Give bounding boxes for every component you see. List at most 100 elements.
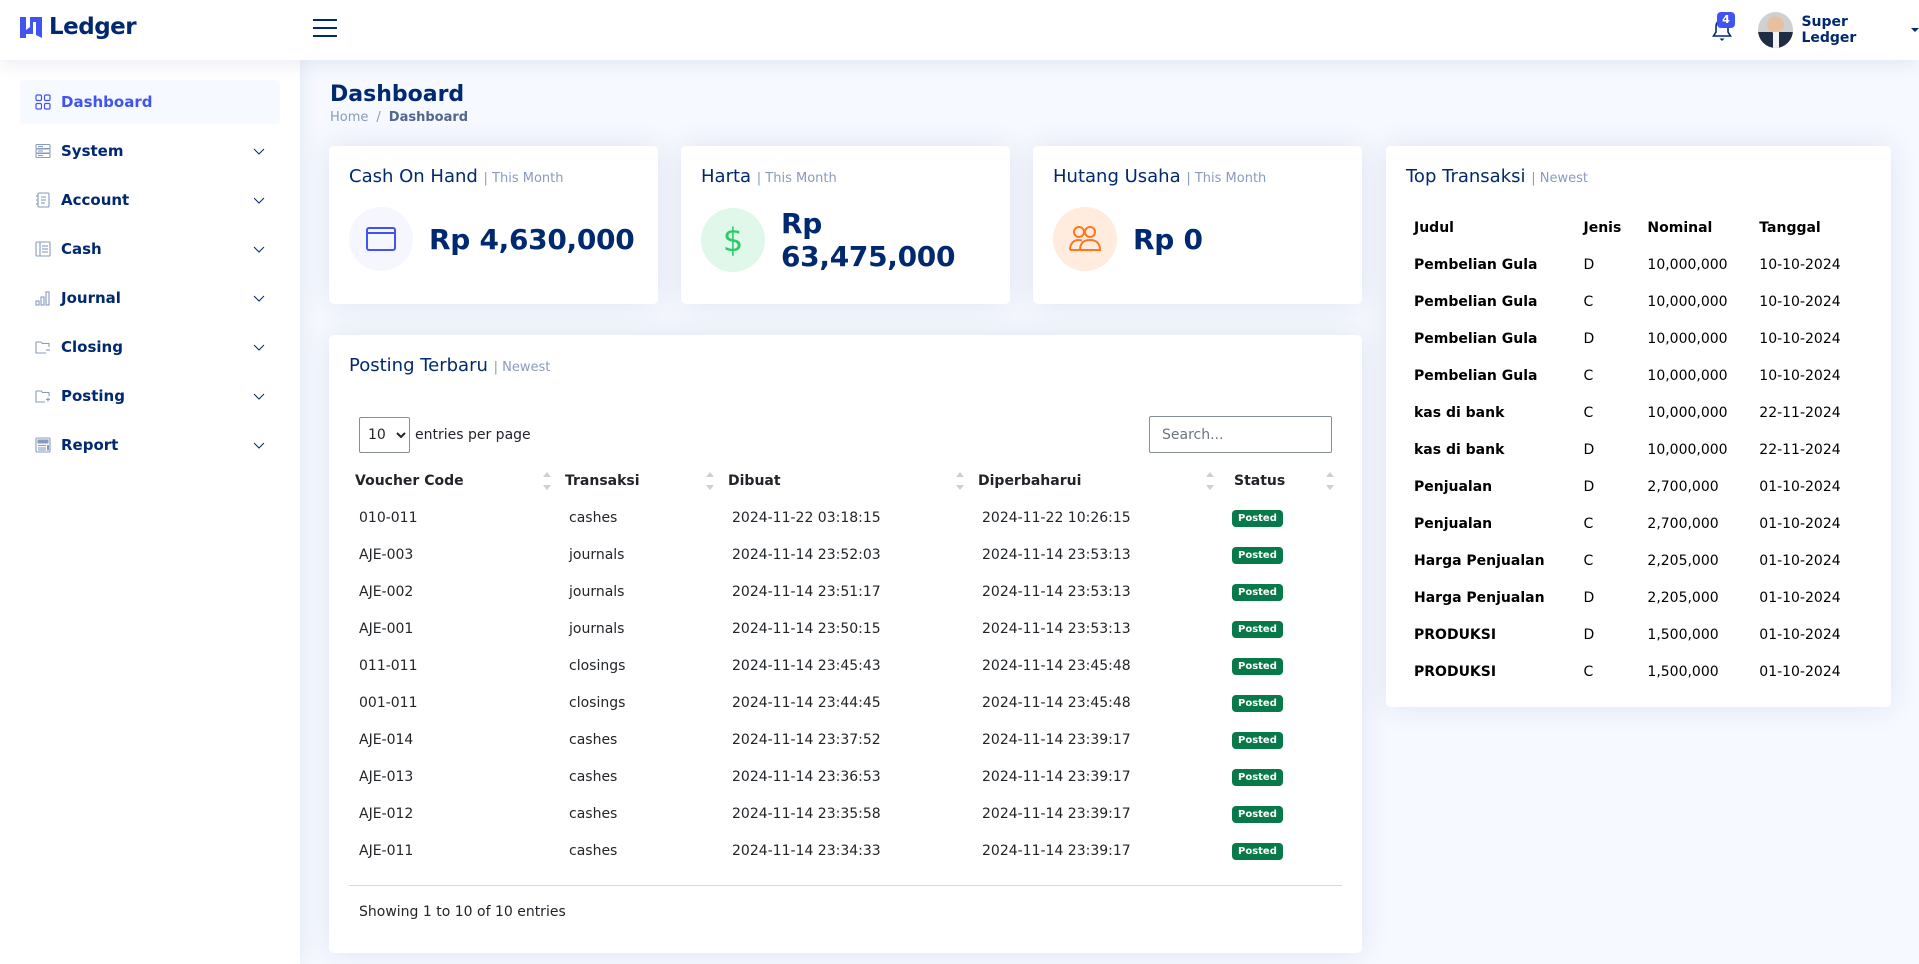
sidebar-item-system[interactable]: System [20, 129, 280, 173]
wallet-icon [366, 227, 396, 251]
dibuat-cell: 2024-11-14 23:50:15 [732, 620, 881, 637]
toggle-sidebar-button[interactable] [313, 19, 337, 39]
table-row[interactable]: AJE-001 journals 2024-11-14 23:50:15 2024-1… [349, 610, 1342, 647]
card-icon-circle [1053, 207, 1117, 271]
judul-cell: Pembelian Gula [1414, 256, 1538, 273]
diperbaharui-cell: 2024-11-14 23:39:17 [982, 768, 1131, 785]
column-header-label: Voucher Code [355, 473, 464, 489]
diperbaharui-cell: 2024-11-14 23:39:17 [982, 731, 1131, 748]
voucher-code-cell: AJE-012 [359, 805, 414, 822]
judul-cell: kas di bank [1414, 441, 1505, 458]
search-input[interactable] [1149, 416, 1332, 453]
tanggal-cell: 10-10-2024 [1759, 330, 1841, 347]
column-header-voucher-code[interactable]: Voucher Code [349, 463, 559, 499]
sidebar-item-closing[interactable]: Closing [20, 325, 280, 369]
table-row[interactable]: AJE-012 cashes 2024-11-14 23:35:58 2024-11-… [349, 795, 1342, 832]
sidebar-item-account[interactable]: Account [20, 178, 280, 222]
table-row: Pembelian Gula D 10,000,000 10-10-2024 [1406, 320, 1871, 357]
status-badge: Posted [1232, 731, 1283, 749]
diperbaharui-cell: 2024-11-14 23:53:13 [982, 583, 1131, 600]
status-badge: Posted [1232, 583, 1283, 601]
tanggal-cell: 01-10-2024 [1759, 589, 1841, 606]
table-row[interactable]: 001-011 closings 2024-11-14 23:44:45 2024-1… [349, 684, 1342, 721]
status-cell: Posted [1222, 758, 1342, 795]
diperbaharui-cell: 2024-11-14 23:39:17 [982, 842, 1131, 859]
table-row[interactable]: AJE-011 cashes 2024-11-14 23:34:33 2024-11-… [349, 832, 1342, 869]
jenis-cell: C [1583, 404, 1594, 421]
server-icon [35, 143, 51, 159]
layout-text-sidebar-icon [35, 241, 51, 257]
table-row[interactable]: 010-011 cashes 2024-11-22 03:18:15 2024-11-… [349, 499, 1342, 536]
column-header-label: Diperbaharui [978, 473, 1082, 489]
sidebar-item-label: Journal [61, 289, 121, 307]
jenis-cell: D [1583, 626, 1595, 643]
chevron-down-icon [253, 295, 265, 302]
folder-minus-icon [35, 341, 50, 354]
bar-chart-icon [35, 291, 50, 306]
table-row[interactable]: AJE-014 cashes 2024-11-14 23:37:52 2024-11-… [349, 721, 1342, 758]
sort-icon[interactable] [543, 472, 551, 490]
top-header: Ledger 4 Super Ledger [0, 0, 1919, 60]
table-row[interactable]: AJE-013 cashes 2024-11-14 23:36:53 2024-11-… [349, 758, 1342, 795]
dibuat-cell: 2024-11-14 23:37:52 [732, 731, 881, 748]
breadcrumb-current: Dashboard [388, 110, 469, 125]
column-header-tanggal: Tanggal [1759, 219, 1821, 236]
card-subtitle: | This Month [483, 171, 564, 186]
tanggal-cell: 01-10-2024 [1759, 515, 1841, 532]
column-header-dibuat[interactable]: Dibuat [722, 463, 972, 499]
sort-icon[interactable] [706, 472, 714, 490]
jenis-cell: C [1583, 515, 1594, 532]
page-title: Dashboard [330, 82, 465, 107]
judul-cell: Penjualan [1414, 478, 1493, 495]
table-row[interactable]: AJE-003 journals 2024-11-14 23:52:03 2024-1… [349, 536, 1342, 573]
dibuat-cell: 2024-11-22 03:18:15 [732, 509, 881, 526]
sort-icon[interactable] [1326, 472, 1334, 490]
sort-icon[interactable] [956, 472, 964, 490]
voucher-code-cell: AJE-013 [359, 768, 414, 785]
breadcrumb-separator: / [376, 110, 381, 125]
chevron-down-icon [253, 442, 265, 449]
jenis-cell: C [1583, 552, 1594, 569]
profile-dropdown[interactable]: Super Ledger [1758, 12, 1919, 48]
table-row[interactable]: AJE-002 journals 2024-11-14 23:51:17 2024-1… [349, 573, 1342, 610]
judul-cell: PRODUKSI [1414, 663, 1497, 680]
hamburger-line [313, 19, 337, 21]
diperbaharui-cell: 2024-11-14 23:45:48 [982, 657, 1131, 674]
column-header-diperbaharui[interactable]: Diperbaharui [972, 463, 1222, 499]
harta-card: Harta | This Month $ Rp 63,475,000 [681, 146, 1010, 304]
hutang-usaha-card: Hutang Usaha | This Month Rp 0 [1033, 146, 1362, 304]
card-title-text: Cash On Hand [349, 166, 478, 187]
status-badge: Posted [1232, 657, 1283, 675]
jenis-cell: C [1583, 663, 1594, 680]
status-badge: Posted [1232, 546, 1283, 564]
notification-badge: 4 [1717, 12, 1735, 28]
tanggal-cell: 10-10-2024 [1759, 256, 1841, 273]
column-header-transaksi[interactable]: Transaksi [559, 463, 722, 499]
calculator-icon [35, 437, 51, 453]
chevron-down-icon [253, 148, 265, 155]
column-header-status[interactable]: Status [1222, 463, 1342, 499]
tanggal-cell: 10-10-2024 [1759, 293, 1841, 310]
breadcrumb: Home / Dashboard [330, 110, 1889, 125]
sidebar-item-dashboard[interactable]: Dashboard [20, 80, 280, 124]
table-row[interactable]: 011-011 closings 2024-11-14 23:45:43 2024-1… [349, 647, 1342, 684]
sidebar-item-report[interactable]: Report [20, 423, 280, 467]
nominal-cell: 1,500,000 [1647, 663, 1719, 680]
nominal-cell: 10,000,000 [1647, 330, 1728, 347]
brand-logo[interactable]: Ledger [18, 14, 137, 40]
folder-plus-icon [35, 390, 50, 403]
sidebar-item-cash[interactable]: Cash [20, 227, 280, 271]
sort-icon[interactable] [1206, 472, 1214, 490]
card-title: Posting Terbaru | Newest [349, 355, 1342, 376]
sidebar-item-journal[interactable]: Journal [20, 276, 280, 320]
status-badge: Posted [1232, 694, 1283, 712]
entries-per-page-select[interactable]: 10 [359, 416, 410, 453]
tanggal-cell: 22-11-2024 [1759, 441, 1841, 458]
profile-name: Super Ledger [1801, 14, 1857, 46]
breadcrumb-home-link[interactable]: Home [330, 110, 368, 125]
table-row: PRODUKSI C 1,500,000 01-10-2024 [1406, 653, 1871, 690]
sidebar-item-posting[interactable]: Posting [20, 374, 280, 418]
posting-table: Voucher Code Transaksi Dibuat Diperbaharui S… [349, 463, 1342, 869]
tanggal-cell: 22-11-2024 [1759, 404, 1841, 421]
voucher-code-cell: AJE-003 [359, 546, 414, 563]
